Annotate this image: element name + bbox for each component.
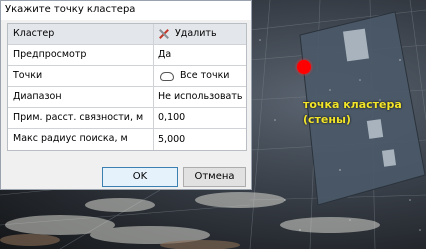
connectivity-distance-label: Прим. расст. связности, м: [8, 108, 154, 128]
row-points: Точки Все точки: [8, 66, 246, 87]
row-preview: Предпросмотр Да: [8, 45, 246, 66]
points-label: Точки: [8, 66, 154, 86]
cluster-annotation-line2: (стены): [303, 113, 351, 126]
delete-button[interactable]: Удалить: [154, 24, 246, 44]
preview-value[interactable]: Да: [154, 45, 246, 65]
delete-label: Удалить: [175, 28, 217, 39]
preview-label: Предпросмотр: [8, 45, 154, 65]
cluster-annotation-line1: точка кластера: [303, 98, 402, 111]
properties-grid: Кластер Удалить Предпросмотр Да Точки Вс…: [7, 23, 247, 151]
pick-cluster-dialog: Укажите точку кластера Кластер Удалить П…: [0, 0, 252, 190]
search-radius-input[interactable]: 5,000: [154, 129, 246, 150]
points-value[interactable]: Все точки: [154, 66, 246, 86]
delete-icon: [158, 28, 170, 40]
range-label: Диапазон: [8, 87, 154, 107]
search-radius-label: Макс радиус поиска, м: [8, 129, 154, 150]
ok-button[interactable]: OK: [102, 167, 178, 187]
cluster-point-marker[interactable]: [297, 60, 311, 74]
row-connectivity-distance: Прим. расст. связности, м 0,100: [8, 108, 246, 129]
cluster-label: Кластер: [8, 24, 154, 44]
cancel-button[interactable]: Отмена: [183, 167, 246, 187]
connectivity-distance-input[interactable]: 0,100: [154, 108, 246, 128]
row-range: Диапазон Не использовать: [8, 87, 246, 108]
cluster-annotation: точка кластера (стены): [303, 97, 402, 127]
points-value-text: Все точки: [180, 70, 230, 81]
cloud-icon: [160, 71, 174, 81]
dialog-title: Укажите точку кластера: [1, 1, 251, 20]
row-cluster: Кластер Удалить: [8, 24, 246, 45]
row-search-radius: Макс радиус поиска, м 5,000: [8, 129, 246, 150]
range-value[interactable]: Не использовать: [154, 87, 246, 107]
